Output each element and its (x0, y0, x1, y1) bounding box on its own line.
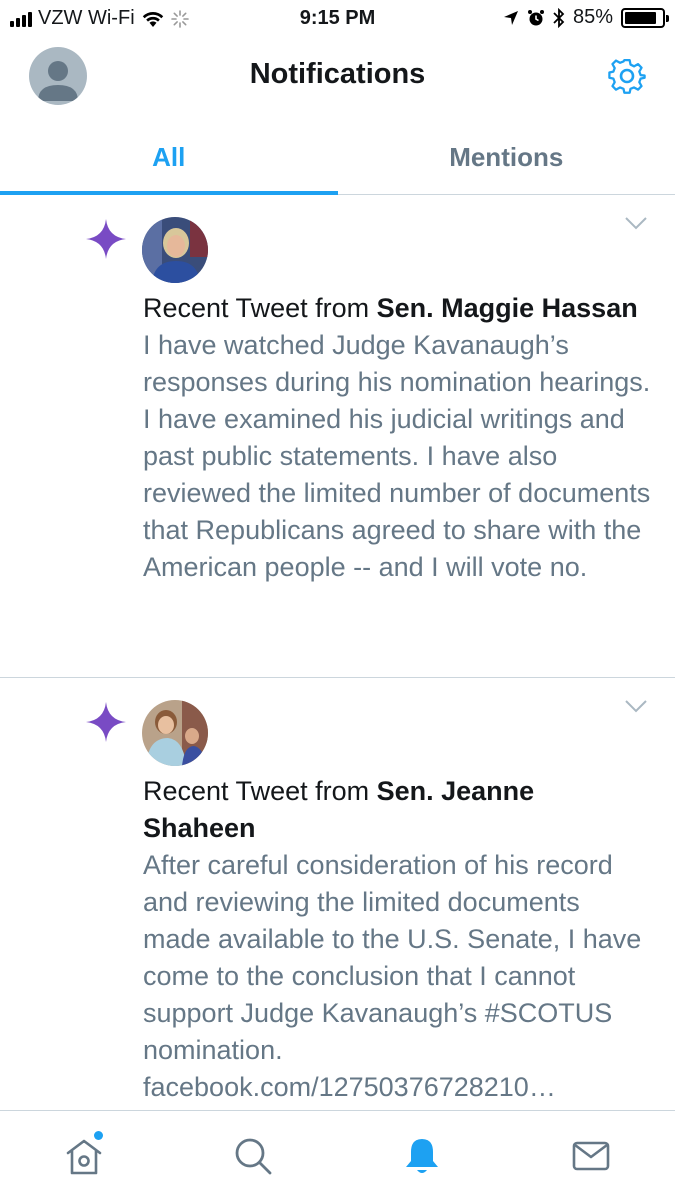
search-icon (235, 1138, 272, 1174)
status-right: 85% (503, 6, 669, 29)
sparkle-icon (86, 219, 126, 259)
page-title: Notifications (249, 58, 426, 90)
nav-home[interactable] (0, 1111, 169, 1200)
gear-icon[interactable] (607, 56, 647, 96)
notification-content: Recent Tweet from Sen. Maggie Hassan I h… (143, 290, 653, 586)
senator-portrait-image (142, 700, 208, 766)
avatar[interactable] (142, 217, 208, 283)
notification-item[interactable]: Recent Tweet from Sen. Jeanne Shaheen Af… (0, 678, 675, 1113)
notifications-feed: Recent Tweet from Sen. Maggie Hassan I h… (0, 195, 675, 1113)
headline-prefix: Recent Tweet from (143, 293, 377, 323)
status-bar: VZW Wi-Fi 9:15 PM 85% (0, 0, 675, 38)
tab-all[interactable]: All (0, 120, 338, 195)
author-name[interactable]: Sen. Maggie Hassan (377, 293, 638, 323)
header: Notifications (0, 38, 675, 120)
nav-messages[interactable] (506, 1111, 675, 1200)
tab-mentions[interactable]: Mentions (338, 120, 675, 194)
nav-notifications[interactable] (338, 1111, 507, 1200)
tweet-text: After careful consideration of his recor… (143, 850, 642, 1102)
bell-icon (405, 1138, 438, 1173)
battery-percent: 85% (572, 6, 613, 28)
notification-headline: Recent Tweet from Sen. Maggie Hassan (143, 290, 653, 327)
tweet-text: I have watched Judge Kavanaugh’s respons… (143, 330, 651, 582)
battery-icon (621, 7, 669, 28)
headline-prefix: Recent Tweet from (143, 776, 377, 806)
senator-portrait-image (142, 217, 208, 283)
mail-icon (572, 1141, 609, 1170)
chevron-down-icon[interactable] (625, 700, 647, 714)
home-icon (67, 1139, 102, 1174)
tab-bar: All Mentions (0, 120, 675, 195)
notification-headline: Recent Tweet from Sen. Jeanne Shaheen (143, 773, 653, 847)
bottom-nav (0, 1110, 675, 1200)
notification-content: Recent Tweet from Sen. Jeanne Shaheen Af… (143, 773, 653, 1106)
bluetooth-icon (553, 7, 565, 28)
avatar[interactable] (142, 700, 208, 766)
battery-fill (625, 11, 656, 24)
nav-search[interactable] (169, 1111, 338, 1200)
location-icon (503, 10, 518, 25)
chevron-down-icon[interactable] (625, 217, 647, 231)
alarm-icon (527, 9, 544, 25)
sparkle-icon (86, 702, 126, 742)
notification-item[interactable]: Recent Tweet from Sen. Maggie Hassan I h… (0, 195, 675, 678)
